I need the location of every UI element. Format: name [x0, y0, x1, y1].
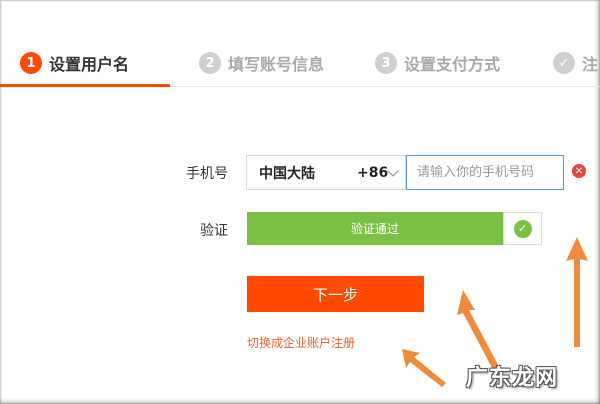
- step-1-label: 设置用户名: [49, 55, 130, 74]
- phone-label: 手机号: [186, 166, 228, 182]
- step-4: ✓ 注: [553, 50, 598, 76]
- step-2-label: 填写账号信息: [228, 55, 325, 74]
- step-1-number: 1: [20, 52, 42, 74]
- step-4-check-icon: ✓: [553, 52, 575, 74]
- country-code: +86: [357, 164, 389, 181]
- phone-input[interactable]: [406, 155, 564, 190]
- annotation-arrow-icon: [402, 349, 446, 387]
- next-button[interactable]: 下一步: [247, 276, 424, 312]
- check-circle-icon: ✓: [513, 219, 532, 238]
- active-step-underline: [0, 84, 170, 87]
- verify-slider[interactable]: 验证通过: [247, 212, 503, 245]
- step-1: 1 设置用户名: [20, 50, 129, 76]
- country-name: 中国大陆: [259, 165, 315, 182]
- step-4-label: 注: [582, 55, 599, 74]
- error-x-icon: ✕: [572, 164, 586, 178]
- chevron-down-icon: [387, 165, 399, 177]
- verify-status-box: ✓: [503, 212, 542, 245]
- country-select[interactable]: 中国大陆 +86: [246, 155, 406, 190]
- annotation-arrow-icon: [566, 237, 588, 347]
- window-shadow-bottom: [0, 398, 600, 404]
- verify-label: 验证: [200, 223, 228, 239]
- step-2-number: 2: [199, 52, 221, 74]
- step-3-label: 设置支付方式: [404, 55, 501, 74]
- step-3-number: 3: [375, 52, 397, 74]
- step-3: 3 设置支付方式: [375, 50, 500, 76]
- step-2: 2 填写账号信息: [199, 50, 324, 76]
- watermark: 广东龙网: [466, 366, 559, 391]
- switch-enterprise-link[interactable]: 切换成企业账户注册: [247, 334, 355, 351]
